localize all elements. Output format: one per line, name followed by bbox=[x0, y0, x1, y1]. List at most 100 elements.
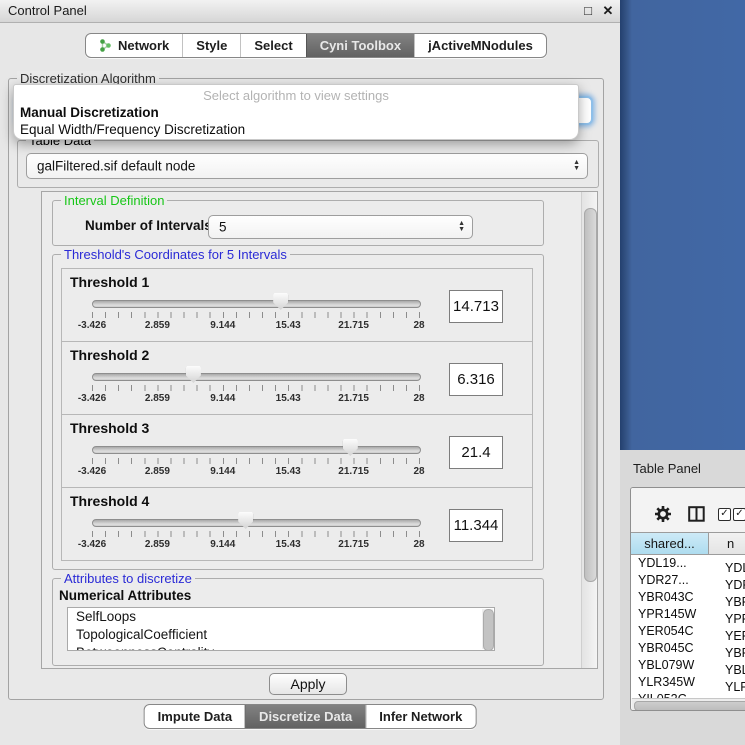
table-header-row: shared... n bbox=[631, 532, 745, 555]
slider-track[interactable] bbox=[92, 446, 421, 454]
threshold-label: Threshold 1 bbox=[70, 274, 149, 290]
table-row[interactable]: YDL19...YDL1 bbox=[631, 555, 745, 572]
tick-label: 15.43 bbox=[265, 539, 311, 550]
checkbox-icon[interactable]: ✓ bbox=[718, 508, 731, 521]
tab-select[interactable]: Select bbox=[240, 34, 305, 57]
panel-scrollbar[interactable] bbox=[581, 192, 597, 668]
slider-track[interactable] bbox=[92, 519, 421, 527]
threshold-value-field[interactable]: 14.713 bbox=[449, 290, 503, 323]
threshold-coordinates-group: Threshold's Coordinates for 5 Intervals … bbox=[52, 254, 544, 570]
dropdown-option-equal-width-frequency[interactable]: Equal Width/Frequency Discretization bbox=[14, 121, 578, 138]
network-icon bbox=[99, 38, 112, 53]
attributes-scrollbar-thumb[interactable] bbox=[483, 609, 494, 651]
slider-ticks bbox=[92, 385, 420, 391]
column-header-shared-name[interactable]: shared... bbox=[631, 532, 709, 555]
tick-label: 28 bbox=[396, 466, 442, 477]
screen: Control Panel □ ✕ NetworkStyleSelectCyni… bbox=[0, 0, 745, 745]
float-icon[interactable]: □ bbox=[580, 3, 596, 18]
slider-ticks bbox=[92, 312, 420, 318]
table-panel-toolbar: ✓ ✓ bbox=[631, 488, 745, 532]
bottom-tab-impute-data[interactable]: Impute Data bbox=[145, 705, 245, 728]
stepper-icon: ▲▼ bbox=[573, 160, 580, 172]
tab-network[interactable]: Network bbox=[86, 34, 182, 57]
tick-label: 28 bbox=[396, 320, 442, 331]
split-view-icon[interactable] bbox=[688, 506, 705, 527]
attribute-item-betweennesscentrality[interactable]: BetweennessCentrality bbox=[68, 644, 494, 651]
tick-label: 9.144 bbox=[200, 466, 246, 477]
bottom-tab-label: Infer Network bbox=[379, 709, 462, 724]
cell-shared-name: YPR145W bbox=[631, 606, 714, 623]
number-of-intervals-label: Number of Intervals bbox=[85, 218, 212, 233]
table-rows: YDL19...YDL1YDR27...YDR2YBR043CYBR0YPR14… bbox=[631, 555, 745, 698]
tick-label: 21.715 bbox=[331, 393, 377, 404]
tab-style[interactable]: Style bbox=[182, 34, 240, 57]
threshold-value-field[interactable]: 21.4 bbox=[449, 436, 503, 469]
tick-label: 21.715 bbox=[331, 320, 377, 331]
tab-jactivemnodules[interactable]: jActiveMNodules bbox=[414, 34, 546, 57]
table-row[interactable]: YER054CYER0 bbox=[631, 623, 745, 640]
table-row[interactable]: YBR043CYBR0 bbox=[631, 589, 745, 606]
check-glyph: ✓ bbox=[735, 508, 743, 519]
attribute-item-selfloops[interactable]: SelfLoops bbox=[68, 608, 494, 626]
table-row[interactable]: YPR145WYPR1 bbox=[631, 606, 745, 623]
tick-label: -3.426 bbox=[69, 320, 115, 331]
control-panel-title: Control Panel bbox=[8, 3, 87, 18]
tick-label: 28 bbox=[396, 539, 442, 550]
tick-label: 28 bbox=[396, 393, 442, 404]
slider-ticks bbox=[92, 458, 420, 464]
threshold-panel-3: Threshold 3-3.4262.8599.14415.4321.71528… bbox=[61, 414, 533, 488]
tick-label: -3.426 bbox=[69, 539, 115, 550]
checkbox-icon[interactable]: ✓ bbox=[733, 508, 745, 521]
apply-button[interactable]: Apply bbox=[269, 673, 347, 695]
tick-label: 2.859 bbox=[134, 466, 180, 477]
stepper-icon: ▲▼ bbox=[458, 221, 465, 233]
interval-definition-group: Interval Definition Number of Intervals … bbox=[52, 200, 544, 246]
cell-shared-name: YBL079W bbox=[631, 657, 714, 674]
tick-label: 21.715 bbox=[331, 466, 377, 477]
attributes-to-discretize-group: Attributes to discretize Numerical Attri… bbox=[52, 578, 544, 666]
attribute-item-topologicalcoefficient[interactable]: TopologicalCoefficient bbox=[68, 626, 494, 644]
table-panel-title: Table Panel bbox=[633, 461, 701, 476]
bottom-tab-discretize-data[interactable]: Discretize Data bbox=[245, 705, 365, 728]
table-data-select[interactable]: galFiltered.sif default node ▲▼ bbox=[26, 153, 588, 179]
threshold-value-field[interactable]: 11.344 bbox=[449, 509, 503, 542]
cell-shared-name: YIL052C bbox=[631, 691, 714, 698]
threshold-panels: Threshold 1 -3.426 2.859 9.144 15.43 21.715 28… bbox=[53, 268, 543, 561]
table-panel: Table Panel ✓ ✓ shared... n YDL19...YDL1… bbox=[620, 450, 745, 745]
network-window: GAL80GACGAL11GAL4GCY1HHAP2 bbox=[620, 0, 745, 450]
table-horizontal-scrollbar[interactable] bbox=[632, 698, 745, 710]
threshold-coordinates-title: Threshold's Coordinates for 5 Intervals bbox=[61, 247, 290, 262]
tick-label: 15.43 bbox=[265, 393, 311, 404]
tick-label: 21.715 bbox=[331, 539, 377, 550]
number-of-intervals-value: 5 bbox=[219, 220, 227, 235]
table-row[interactable]: YBR045CYBR0 bbox=[631, 640, 745, 657]
table-horizontal-scrollbar-thumb[interactable] bbox=[634, 701, 745, 711]
dropdown-prompt: Select algorithm to view settings bbox=[14, 85, 578, 104]
tick-label: -3.426 bbox=[69, 466, 115, 477]
table-row[interactable]: YDR27...YDR2 bbox=[631, 572, 745, 589]
number-of-intervals-select[interactable]: 5 ▲▼ bbox=[208, 215, 473, 239]
tab-cyni-toolbox[interactable]: Cyni Toolbox bbox=[306, 34, 414, 57]
column-header-name[interactable]: n bbox=[709, 532, 745, 555]
threshold-panel-1: Threshold 1-3.4262.8599.14415.4321.71528… bbox=[61, 268, 533, 342]
attributes-scrollbar[interactable] bbox=[482, 609, 493, 649]
slider-track[interactable] bbox=[92, 300, 421, 308]
table-row[interactable]: YIL052CYIL0 bbox=[631, 691, 745, 698]
threshold-label: Threshold 4 bbox=[70, 493, 149, 509]
close-icon[interactable]: ✕ bbox=[600, 3, 616, 19]
cell-shared-name: YLR345W bbox=[631, 674, 714, 691]
slider-track[interactable] bbox=[92, 373, 421, 381]
threshold-value-field[interactable]: 6.316 bbox=[449, 363, 503, 396]
dropdown-option-manual-discretization[interactable]: Manual Discretization bbox=[14, 104, 578, 121]
panel-scrollbar-thumb[interactable] bbox=[584, 208, 597, 582]
tab-label: jActiveMNodules bbox=[428, 38, 533, 53]
gear-icon[interactable] bbox=[654, 505, 672, 528]
threshold-panel-2: Threshold 2-3.4262.8599.14415.4321.71528… bbox=[61, 341, 533, 415]
tick-label: 9.144 bbox=[200, 393, 246, 404]
table-row[interactable]: YLR345WYLR3 bbox=[631, 674, 745, 691]
bottom-tab-infer-network[interactable]: Infer Network bbox=[365, 705, 475, 728]
discretization-algorithm-group: Discretization Algorithm Select algorith… bbox=[8, 78, 604, 700]
table-row[interactable]: YBL079WYBL0 bbox=[631, 657, 745, 674]
tick-label: 15.43 bbox=[265, 320, 311, 331]
tick-label: 9.144 bbox=[200, 539, 246, 550]
